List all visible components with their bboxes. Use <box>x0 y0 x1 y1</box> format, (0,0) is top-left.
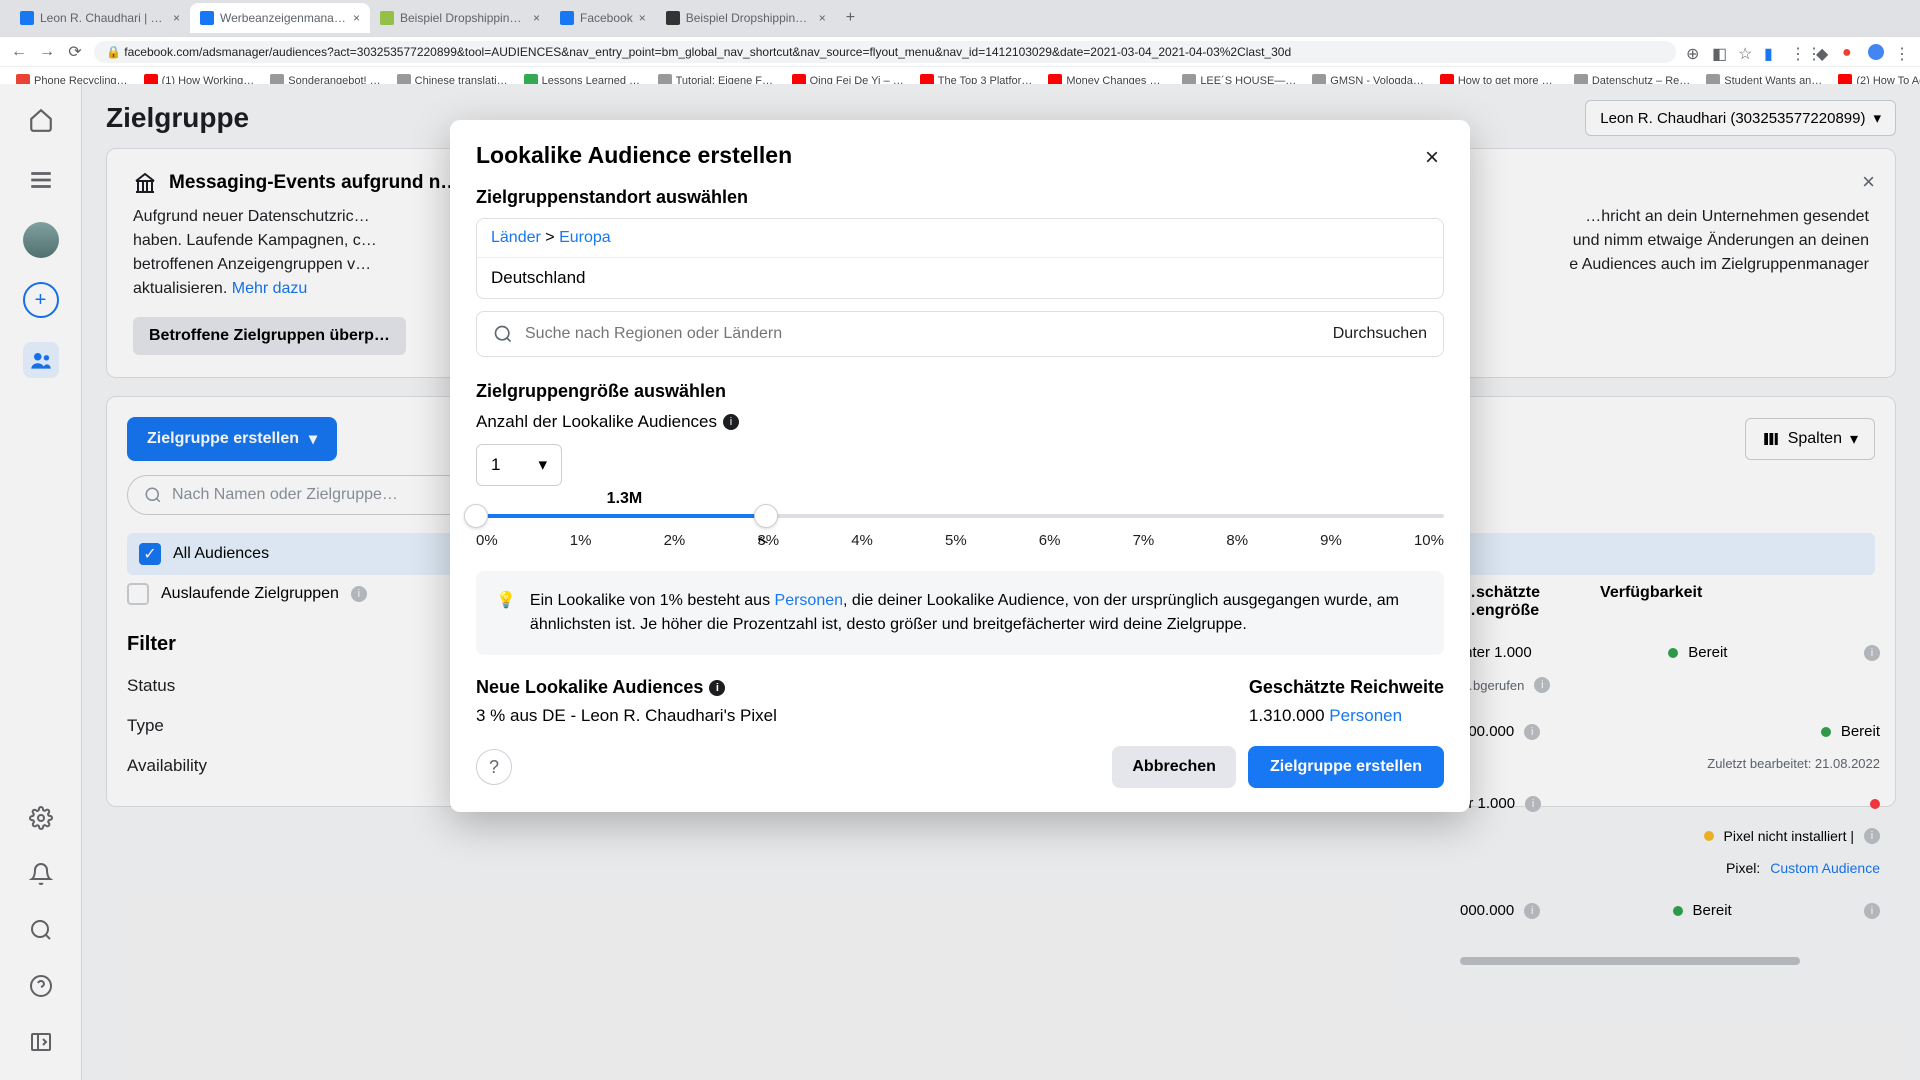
search-field[interactable] <box>525 325 1321 343</box>
tab-title: Beispiel Dropshipping Store - … <box>400 11 527 25</box>
audience-name: 3 % aus DE - Leon R. Chaudhari's Pixel <box>476 706 777 726</box>
extension-icon[interactable]: ● <box>1842 44 1858 60</box>
cancel-button[interactable]: Abbrechen <box>1112 746 1236 788</box>
section-heading: Zielgruppenstandort auswählen <box>476 187 1444 208</box>
tab-title: Facebook <box>580 11 633 25</box>
tab-title: Beispiel Dropshipping Store <box>686 11 813 25</box>
slider-tick: 5% <box>945 532 967 549</box>
slider-tick: 2% <box>664 532 686 549</box>
avatar-icon[interactable] <box>1868 44 1884 60</box>
slider-tick: 0% <box>476 532 498 549</box>
slider-tick: 6% <box>1039 532 1061 549</box>
star-icon[interactable]: ☆ <box>1738 44 1754 60</box>
field-label: Anzahl der Lookalike Audiences <box>476 412 717 432</box>
slider-tick: 1% <box>570 532 592 549</box>
close-icon[interactable]: × <box>173 11 180 25</box>
close-icon[interactable]: × <box>533 11 540 25</box>
search-icon <box>493 324 513 344</box>
close-icon[interactable]: × <box>819 11 826 25</box>
puzzle-icon[interactable]: ⋮⋮ <box>1790 44 1806 60</box>
back-button[interactable]: ← <box>10 43 28 61</box>
location-box: Länder > Europa Deutschland <box>476 218 1444 299</box>
slider-tick: 8% <box>1226 532 1248 549</box>
browse-link[interactable]: Durchsuchen <box>1333 325 1427 343</box>
slider-handle[interactable] <box>754 504 778 528</box>
link[interactable]: Personen <box>775 592 844 609</box>
forward-button[interactable]: → <box>38 43 56 61</box>
close-button[interactable]: × <box>1414 140 1450 176</box>
lightbulb-icon: 💡 <box>496 589 516 637</box>
region-search[interactable]: Durchsuchen <box>476 311 1444 357</box>
slider-value: 1.3M <box>607 490 643 508</box>
subheading: Neue Lookalike Audiences <box>476 677 703 698</box>
chevron-down-icon: ▾ <box>538 455 547 475</box>
close-icon[interactable]: × <box>353 11 360 25</box>
selected-country[interactable]: Deutschland <box>477 258 1443 298</box>
zoom-icon[interactable]: ⊕ <box>1686 44 1702 60</box>
slider-tick: 4% <box>851 532 873 549</box>
browser-tab[interactable]: Leon R. Chaudhari | Facebook × <box>10 3 190 33</box>
url-field[interactable]: 🔒 facebook.com/adsmanager/audiences?act=… <box>94 41 1676 63</box>
slider-tick: 9% <box>1320 532 1342 549</box>
slider-tick: 7% <box>1133 532 1155 549</box>
breadcrumb-link[interactable]: Länder <box>491 229 541 246</box>
slider-handle[interactable] <box>464 504 488 528</box>
close-icon[interactable]: × <box>639 11 646 25</box>
tip-text: Ein Lookalike von 1% besteht aus <box>530 592 775 609</box>
breadcrumb: Länder > Europa <box>477 219 1443 258</box>
link[interactable]: Personen <box>1329 706 1402 725</box>
tip-box: 💡 Ein Lookalike von 1% besteht aus Perso… <box>476 571 1444 655</box>
extension-icon[interactable]: ◧ <box>1712 44 1728 60</box>
browser-tab[interactable]: Beispiel Dropshipping Store × <box>656 3 836 33</box>
address-bar: ← → ⟳ 🔒 facebook.com/adsmanager/audience… <box>0 36 1920 66</box>
reach-value: 1.310.000 <box>1249 706 1329 725</box>
browser-chrome: Leon R. Chaudhari | Facebook × Werbeanzei… <box>0 0 1920 84</box>
app-root: + Zielgruppe Leon R. Chaudhari (30325357… <box>0 84 1920 1080</box>
slider-tick: 10% <box>1414 532 1444 549</box>
percentage-slider[interactable]: 1.3M 0%1%2%3%4%5%6%7%8%9%10% ↖ <box>476 514 1444 549</box>
section-heading: Zielgruppengröße auswählen <box>476 381 1444 402</box>
lookalike-modal: × Lookalike Audience erstellen Zielgrupp… <box>450 120 1470 812</box>
breadcrumb-link[interactable]: Europa <box>559 229 611 246</box>
menu-icon[interactable]: ⋮ <box>1894 44 1910 60</box>
tab-strip: Leon R. Chaudhari | Facebook × Werbeanzei… <box>0 0 1920 36</box>
new-tab-button[interactable]: + <box>836 9 865 27</box>
help-button[interactable]: ? <box>476 749 512 785</box>
info-icon[interactable]: i <box>709 680 725 696</box>
browser-tab[interactable]: Facebook × <box>550 3 656 33</box>
url-text: facebook.com/adsmanager/audiences?act=30… <box>124 45 1291 59</box>
tab-title: Werbeanzeigenmanager - Ziel… <box>220 11 347 25</box>
browser-tab[interactable]: Beispiel Dropshipping Store - … × <box>370 3 550 33</box>
subheading: Geschätzte Reichweite <box>1249 677 1444 698</box>
fb-extension-icon[interactable]: ▮ <box>1764 44 1780 60</box>
modal-title: Lookalike Audience erstellen <box>476 142 1444 169</box>
breadcrumb-sep: > <box>541 229 559 246</box>
tab-title: Leon R. Chaudhari | Facebook <box>40 11 167 25</box>
info-icon[interactable]: i <box>723 414 739 430</box>
reload-button[interactable]: ⟳ <box>66 43 84 61</box>
select-value: 1 <box>491 455 500 475</box>
audience-count-select[interactable]: 1 ▾ <box>476 444 562 486</box>
create-audience-button[interactable]: Zielgruppe erstellen <box>1248 746 1444 788</box>
browser-tab[interactable]: Werbeanzeigenmanager - Ziel… × <box>190 3 370 33</box>
extension-icon[interactable]: ◆ <box>1816 44 1832 60</box>
modal-backdrop: × Lookalike Audience erstellen Zielgrupp… <box>0 84 1920 1080</box>
